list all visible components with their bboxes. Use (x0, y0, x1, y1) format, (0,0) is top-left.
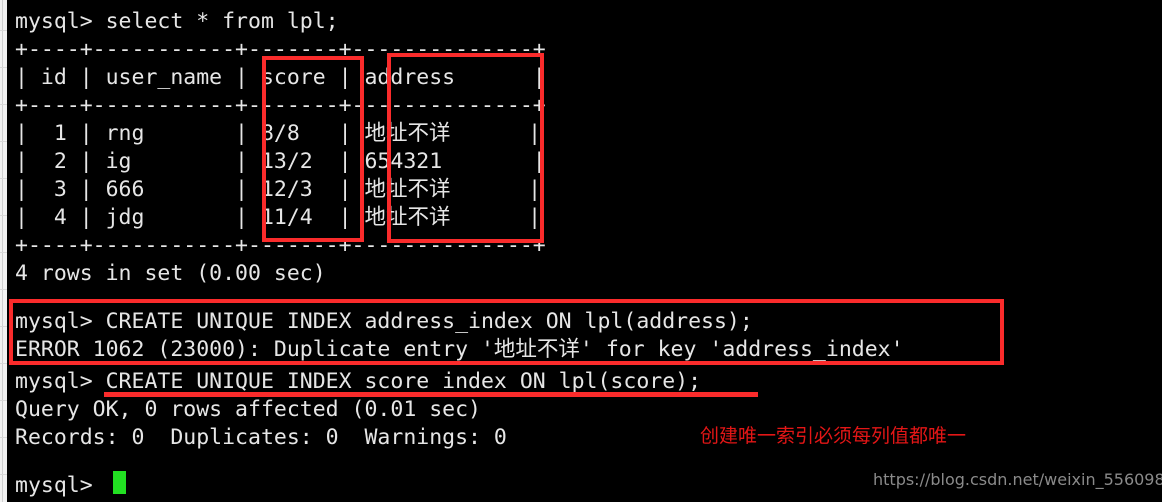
terminal-line-table-row-3: | 3 | 666 | 12/3 | 地址不详 | (15, 177, 542, 202)
terminal-line-cmd-create-address: mysql> CREATE UNIQUE INDEX address_index… (15, 309, 753, 334)
annotation-note-text: 创建唯一索引必须每列值都唯一 (700, 425, 967, 447)
terminal-line-records-line: Records: 0 Duplicates: 0 Warnings: 0 (15, 425, 507, 450)
terminal-line-rows-in-set: 4 rows in set (0.00 sec) (15, 261, 326, 286)
terminal-line-table-row-4: | 4 | jdg | 11/4 | 地址不详 | (15, 205, 542, 230)
terminal-line-table-header: | id | user_name | score | address | (15, 65, 546, 90)
terminal-line-table-top-border: +----+-----------+-------+--------------… (15, 37, 546, 62)
terminal-line-table-row-2: | 2 | ig | 13/2 | 654321 | (15, 149, 546, 174)
terminal-output[interactable]: mysql> select * from lpl; +----+---------… (7, 0, 1162, 502)
terminal-window: mysql> select * from lpl; +----+---------… (0, 0, 1162, 502)
page-edge-ruling-lines (0, 0, 7, 502)
terminal-cursor (113, 471, 126, 494)
watermark-url: https://blog.csdn.net/weixin_55609837 (873, 470, 1162, 489)
page-edge-strip (0, 0, 7, 502)
terminal-line-table-mid-border: +----+-----------+-------+--------------… (15, 93, 546, 118)
terminal-line-cmd-select: mysql> select * from lpl; (15, 9, 339, 34)
score-index-command-underline (104, 392, 758, 397)
terminal-line-prompt-last: mysql> (15, 473, 93, 498)
terminal-line-table-bot-border: +----+-----------+-------+--------------… (15, 233, 546, 258)
terminal-line-table-row-1: | 1 | rng | 8/8 | 地址不详 | (15, 121, 542, 146)
terminal-line-query-ok: Query OK, 0 rows affected (0.01 sec) (15, 397, 481, 422)
terminal-line-error-duplicate: ERROR 1062 (23000): Duplicate entry '地址不… (15, 337, 904, 362)
